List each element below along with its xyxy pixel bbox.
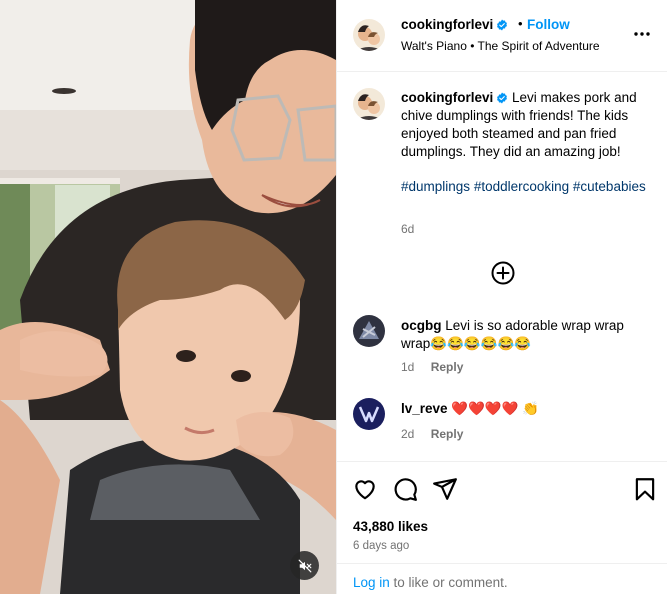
post-media[interactable] bbox=[0, 0, 336, 594]
hashtag-link[interactable]: #toddlercooking bbox=[474, 179, 569, 194]
author-avatar[interactable] bbox=[353, 19, 385, 51]
login-prompt: Log in to like or comment. bbox=[337, 563, 667, 594]
avatar-image bbox=[353, 315, 385, 347]
comment-body: lv_reve ❤️❤️❤️❤️ 👏 bbox=[401, 400, 653, 418]
post-caption: cookingforlevi Levi makes pork and chive… bbox=[401, 89, 653, 161]
bookmark-icon bbox=[635, 478, 655, 501]
avatar-image bbox=[353, 398, 385, 430]
like-button[interactable] bbox=[352, 476, 378, 502]
heart-icon bbox=[355, 480, 375, 500]
login-prompt-text: to like or comment. bbox=[389, 575, 508, 590]
author-username[interactable]: cookingforlevi bbox=[401, 17, 508, 32]
follow-button[interactable]: Follow bbox=[527, 17, 570, 32]
post-header: cookingforlevi • Follow Walt's Piano • T… bbox=[337, 0, 667, 72]
comment-body: ocgbg Levi is so adorable wrap wrap wrap… bbox=[401, 317, 653, 353]
avatar-image bbox=[353, 19, 385, 51]
header-separator: • bbox=[518, 16, 523, 31]
post-actions: 43,880 likes 6 days ago Log in to like o… bbox=[337, 461, 667, 594]
post-timestamp: 6 days ago bbox=[353, 540, 410, 552]
author-username-text[interactable]: cookingforlevi bbox=[401, 17, 493, 32]
hashtag-link[interactable]: #dumplings bbox=[401, 179, 470, 194]
caption-author-avatar[interactable] bbox=[353, 88, 385, 120]
verified-badge-icon bbox=[497, 92, 508, 104]
instagram-post-view: cookingforlevi • Follow Walt's Piano • T… bbox=[0, 0, 667, 594]
verified-badge-icon bbox=[497, 19, 508, 31]
mute-toggle-button[interactable] bbox=[290, 551, 319, 580]
load-more-comments-button[interactable] bbox=[491, 261, 515, 285]
comment-button[interactable] bbox=[392, 476, 418, 502]
comment-bubble-icon bbox=[394, 478, 417, 501]
paper-plane-icon bbox=[433, 478, 457, 500]
avatar-image bbox=[353, 88, 385, 120]
speaker-muted-icon bbox=[298, 559, 311, 572]
login-link[interactable]: Log in bbox=[353, 575, 390, 590]
audio-track-link[interactable]: Walt's Piano • The Spirit of Adventure bbox=[401, 39, 600, 53]
caption-username[interactable]: cookingforlevi bbox=[401, 90, 493, 105]
comment-age: 1d bbox=[401, 360, 415, 374]
post-side-panel: cookingforlevi • Follow Walt's Piano • T… bbox=[336, 0, 667, 594]
comment-meta: 2d Reply bbox=[401, 427, 463, 441]
commenter-avatar[interactable] bbox=[353, 315, 385, 347]
reply-button[interactable]: Reply bbox=[431, 427, 464, 441]
commenter-username[interactable]: lv_reve bbox=[401, 401, 448, 416]
reply-button[interactable]: Reply bbox=[431, 360, 464, 374]
more-options-icon bbox=[634, 32, 650, 36]
video-frame bbox=[0, 0, 336, 594]
caption-hashtags: #dumplings #toddlercooking #cutebabies bbox=[401, 178, 653, 196]
commenter-username[interactable]: ocgbg bbox=[401, 318, 442, 333]
comment-meta: 1d Reply bbox=[401, 360, 463, 374]
caption-age: 6d bbox=[401, 222, 415, 236]
hashtag-link[interactable]: #cutebabies bbox=[573, 179, 646, 194]
save-button[interactable] bbox=[632, 476, 658, 502]
comment-age: 2d bbox=[401, 427, 415, 441]
comment-text: ❤️❤️❤️❤️ 👏 bbox=[451, 401, 540, 416]
commenter-avatar[interactable] bbox=[353, 398, 385, 430]
share-button[interactable] bbox=[432, 476, 458, 502]
add-circle-icon bbox=[491, 261, 515, 285]
likes-count[interactable]: 43,880 likes bbox=[353, 519, 428, 534]
more-options-button[interactable] bbox=[630, 22, 654, 46]
